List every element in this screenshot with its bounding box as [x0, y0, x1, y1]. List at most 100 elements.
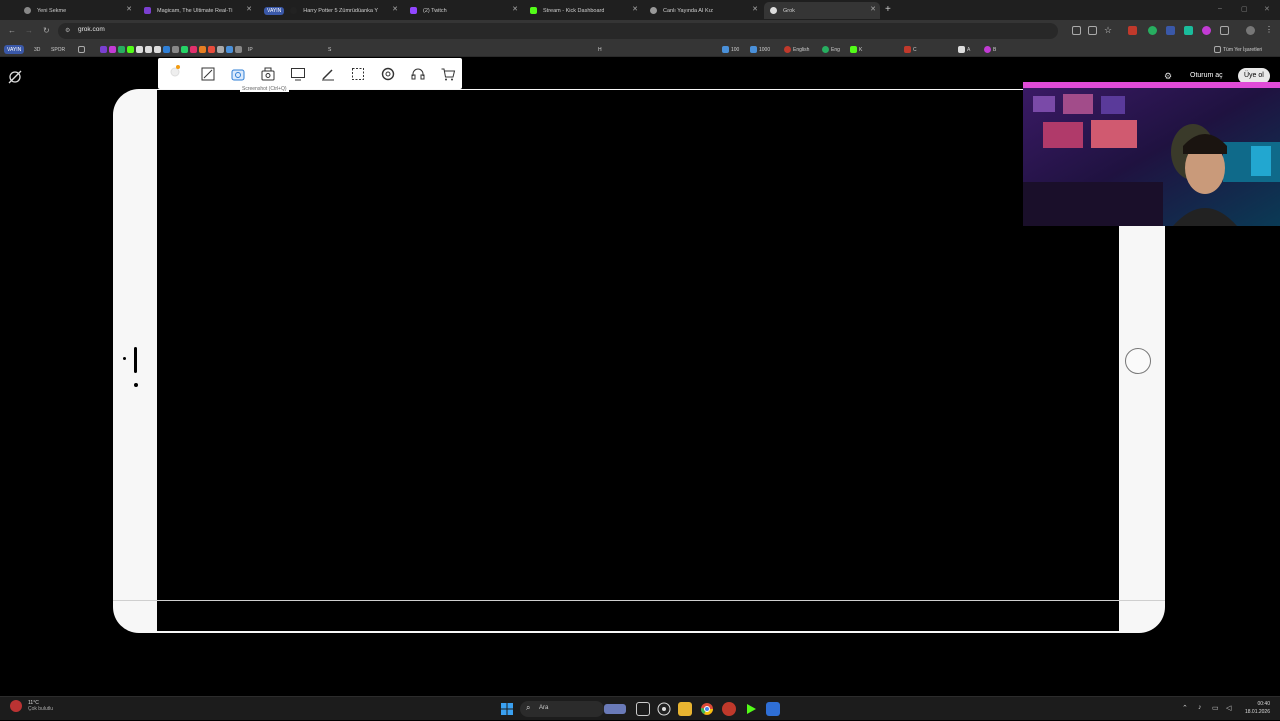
bookmark-folder-vayin[interactable]: VAYIN [4, 45, 25, 54]
screen-icon[interactable] [290, 66, 306, 82]
volume-icon[interactable]: ◁ [1226, 704, 1231, 712]
play-icon[interactable] [744, 702, 758, 716]
close-icon[interactable]: ✕ [870, 5, 876, 13]
tab-yeni-sekme[interactable]: Yeni Sekme ✕ [18, 2, 136, 19]
bookmark-folder-3d[interactable]: 3D [34, 45, 40, 54]
bookmark-c[interactable]: C [904, 45, 917, 54]
extension-icon[interactable] [1184, 26, 1193, 35]
reload-icon[interactable]: ↻ [43, 26, 50, 35]
tab-kick-dashboard[interactable]: Stream - Kick Dashboard ✕ [524, 2, 642, 19]
bookmark-favicon[interactable] [100, 45, 109, 54]
record-icon[interactable] [260, 66, 276, 82]
bookmark-favicon[interactable] [199, 45, 208, 54]
menu-kebab-icon[interactable]: ⋮ [1265, 25, 1273, 34]
bookmark-favicon[interactable] [136, 45, 145, 54]
bookmark-star-icon[interactable]: ☆ [1104, 25, 1112, 36]
microphone-icon[interactable]: ♪ [1198, 704, 1202, 711]
home-button[interactable] [1125, 348, 1151, 374]
tab-twitch[interactable]: (2) Twitch ✕ [404, 2, 522, 19]
obs-icon[interactable] [657, 702, 671, 716]
cast-icon[interactable] [1072, 26, 1081, 35]
bookmark-eng[interactable]: Eng [822, 45, 840, 54]
extension-icon[interactable] [1166, 26, 1175, 35]
new-tab-button[interactable]: + [885, 4, 891, 15]
extension-icon[interactable] [1148, 26, 1157, 35]
system-clock[interactable]: 00:40 18.01.2026 [1245, 700, 1270, 716]
bookmark-favicon[interactable] [226, 45, 235, 54]
close-icon[interactable]: ✕ [512, 5, 518, 13]
forward-icon[interactable]: → [25, 26, 33, 35]
bookmark-favicon[interactable] [154, 45, 163, 54]
chrome-icon[interactable] [700, 702, 714, 716]
select-region-icon[interactable] [350, 66, 366, 82]
close-icon[interactable]: ✕ [246, 5, 252, 13]
bookmark-favicon[interactable] [208, 45, 217, 54]
maximize-button[interactable]: ▢ [1241, 5, 1248, 13]
file-explorer-icon[interactable] [678, 702, 692, 716]
task-view-icon[interactable] [636, 702, 650, 716]
close-icon[interactable]: ✕ [752, 5, 758, 13]
grok-logo-icon[interactable] [8, 70, 22, 84]
bookmark-favicon[interactable] [172, 45, 181, 54]
bookmark-english[interactable]: English [784, 45, 809, 54]
taskbar-search[interactable]: ⌕ Ara [520, 701, 626, 717]
extensions-puzzle-icon[interactable] [1220, 26, 1229, 35]
bookmark-1000[interactable]: 1000 [750, 45, 770, 54]
extension-icon[interactable] [1128, 26, 1137, 35]
address-bar[interactable]: ⚙ grok.com [58, 23, 1058, 39]
translate-icon[interactable] [1088, 26, 1097, 35]
extension-icon[interactable] [1202, 26, 1211, 35]
bookmark-favicon[interactable] [181, 45, 190, 54]
windows-start-icon[interactable] [500, 702, 514, 716]
bookmark-a[interactable]: A [958, 45, 970, 54]
close-icon[interactable]: ✕ [126, 5, 132, 13]
close-window-button[interactable]: ✕ [1264, 5, 1270, 13]
all-bookmarks-folder[interactable]: Tüm Yer İşaretleri [1214, 45, 1262, 54]
tab-grok[interactable]: Grok ✕ [764, 2, 880, 19]
tab-canli-yayinda[interactable]: Canlı Yayında AI Kız ✕ [644, 2, 762, 19]
bookmark-k[interactable]: K [850, 45, 862, 54]
cart-icon[interactable] [440, 66, 456, 82]
bookmark-favicon[interactable] [190, 45, 199, 54]
pen-icon[interactable] [320, 66, 336, 82]
bookmark-h[interactable]: H [598, 45, 602, 54]
bookmark-ip[interactable]: IP [248, 45, 253, 54]
tab-label: Canlı Yayında AI Kız [663, 7, 713, 14]
settings-icon[interactable]: ⚙ [1164, 71, 1172, 82]
tray-chevron-icon[interactable]: ⌃ [1182, 704, 1188, 712]
capture-app-icon[interactable] [766, 702, 780, 716]
bookmark-favicon[interactable] [118, 45, 127, 54]
app-icon[interactable] [722, 702, 736, 716]
bookmark-favicon[interactable] [163, 45, 172, 54]
bookmark-icon [822, 46, 829, 53]
tab-harry-potter[interactable]: VAYIN Harry Potter 5 Zümrüdüanka Y ✕ [258, 2, 402, 19]
bookmark-favicon[interactable] [109, 45, 118, 54]
headset-icon[interactable] [410, 66, 426, 82]
bookmark-favicon[interactable] [127, 45, 136, 54]
profile-avatar[interactable] [1246, 26, 1255, 35]
bookmark-favicon[interactable] [235, 45, 244, 54]
minimize-button[interactable]: – [1218, 5, 1222, 12]
tab-label: Harry Potter 5 Zümrüdüanka Y [303, 7, 379, 14]
bookmark-favicon[interactable] [145, 45, 154, 54]
close-icon[interactable]: ✕ [632, 5, 638, 13]
resize-icon[interactable] [200, 66, 216, 82]
screenshot-icon[interactable] [230, 66, 246, 82]
bookmark-favicon[interactable] [217, 45, 226, 54]
back-icon[interactable]: ← [8, 26, 16, 35]
site-info-icon[interactable]: ⚙ [65, 27, 70, 34]
network-icon[interactable]: ▭ [1212, 704, 1219, 712]
weather-widget[interactable]: 11°C Çok bulutlu [10, 700, 53, 712]
tab-group-badge[interactable]: VAYIN [264, 6, 285, 15]
close-icon[interactable]: ✕ [392, 5, 398, 13]
bookmark-100[interactable]: 100 [722, 45, 739, 54]
bookmark-folder-spor[interactable]: SPOR [51, 45, 65, 54]
signin-button[interactable]: Oturum aç [1190, 72, 1223, 79]
tab-magicam[interactable]: Magicam, The Ultimate Real-Ti ✕ [138, 2, 256, 19]
bookmark-b[interactable]: B [984, 45, 996, 54]
bookmark-s[interactable]: S [328, 45, 331, 54]
settings-icon[interactable] [380, 66, 396, 82]
bookmark-icon [154, 46, 161, 53]
webcam-overlay [1023, 82, 1280, 226]
apps-grid-icon[interactable] [78, 45, 87, 54]
